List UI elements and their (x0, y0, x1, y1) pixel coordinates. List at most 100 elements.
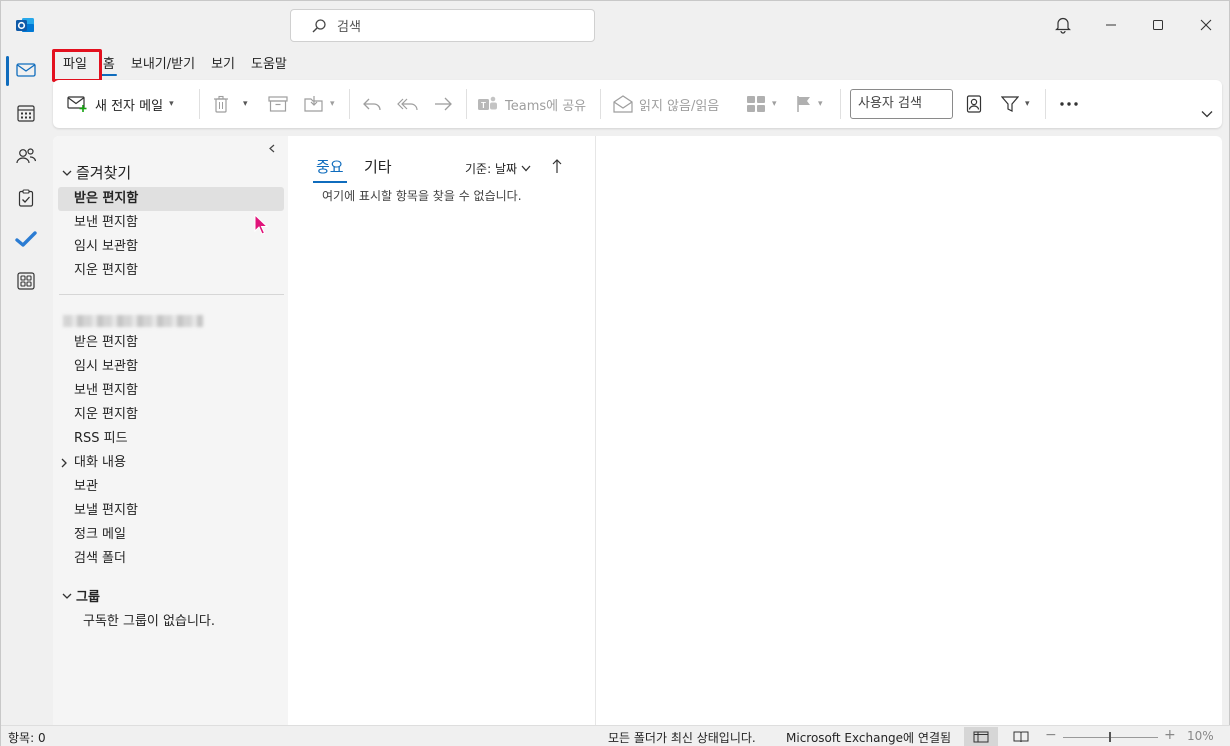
account-archive[interactable]: 보관 (58, 475, 284, 499)
sort-by-button[interactable]: 기준: 날짜 (465, 160, 531, 177)
status-bar: 항목: 0 모든 폴더가 최신 상태입니다. Microsoft Exchang… (1, 725, 1230, 746)
account-drafts[interactable]: 임시 보관함 (58, 355, 284, 379)
notifications-bell-icon[interactable] (1051, 13, 1075, 37)
tab-other[interactable]: 기타 (364, 156, 392, 177)
tab-send-receive[interactable]: 보내기/받기 (123, 51, 203, 79)
tasks-icon[interactable] (13, 185, 39, 211)
favorites-sent[interactable]: 보낸 편지함 (58, 211, 284, 235)
account-outbox[interactable]: 보낼 편지함 (58, 499, 284, 523)
toolbar-divider (349, 89, 350, 119)
reply-icon (362, 96, 382, 112)
delete-dropdown[interactable]: ▾ (243, 80, 248, 128)
account-name-redacted[interactable] (63, 315, 203, 327)
move-button[interactable]: ▾ (304, 80, 335, 128)
chevron-down-icon: ▾ (169, 99, 174, 109)
chevron-down-icon: ▾ (243, 99, 248, 109)
normal-view-icon (973, 731, 989, 743)
more-options-button[interactable] (1059, 80, 1079, 128)
new-mail-button[interactable]: 새 전자 메일 ▾ (67, 80, 174, 128)
favorites-drafts[interactable]: 임시 보관함 (58, 235, 284, 259)
categorize-button[interactable]: ▾ (746, 80, 777, 128)
outlook-window: 검색 파일 홈 보내기/받기 보기 도움말 새 전자 메일 ▾ ▾ ▾ T Te… (0, 0, 1230, 746)
tab-view[interactable]: 보기 (203, 51, 243, 79)
share-to-teams-button[interactable]: T Teams에 공유 (477, 80, 586, 128)
flag-icon (796, 95, 812, 113)
unread-read-button[interactable]: 읽지 않음/읽음 (613, 80, 719, 128)
reply-button[interactable] (362, 80, 382, 128)
reply-all-button[interactable] (397, 80, 419, 128)
new-mail-label: 새 전자 메일 (95, 98, 164, 114)
groups-header[interactable]: 그룹 (61, 586, 100, 605)
unread-read-label: 읽지 않음/읽음 (639, 98, 720, 114)
delete-button[interactable] (213, 80, 229, 128)
share-to-teams-label: Teams에 공유 (505, 98, 587, 114)
empty-list-message: 여기에 표시할 항목을 찾을 수 없습니다. (322, 189, 522, 203)
sort-direction-arrow-icon[interactable] (550, 158, 564, 174)
zoom-level: 10% (1187, 729, 1214, 743)
collapse-pane-icon[interactable] (269, 144, 275, 153)
tab-file[interactable]: 파일 (55, 51, 95, 79)
normal-view-button[interactable] (964, 727, 998, 746)
calendar-icon[interactable] (13, 100, 39, 126)
apps-icon[interactable] (13, 268, 39, 294)
search-input[interactable]: 검색 (290, 9, 595, 42)
message-list: 중요 기타 기준: 날짜 여기에 표시할 항목을 찾을 수 없습니다. (288, 136, 596, 725)
categorize-grid-icon (746, 95, 766, 113)
sort-by-label: 기준: 날짜 (465, 162, 518, 176)
archive-icon (268, 96, 288, 112)
account-inbox[interactable]: 받은 편지함 (58, 331, 284, 355)
filter-button[interactable]: ▾ (1001, 80, 1030, 128)
account-deleted[interactable]: 지운 편지함 (58, 403, 284, 427)
mail-icon[interactable] (13, 57, 39, 83)
mouse-cursor-icon (254, 214, 270, 236)
flag-button[interactable]: ▾ (796, 80, 823, 128)
archive-button[interactable] (268, 80, 288, 128)
account-sent[interactable]: 보낸 편지함 (58, 379, 284, 403)
tab-focused[interactable]: 중요 (313, 156, 347, 183)
chevron-down-icon: ▾ (1025, 99, 1030, 109)
forward-button[interactable] (433, 80, 453, 128)
chevron-down-icon (1201, 110, 1213, 118)
ellipsis-icon (1059, 101, 1079, 107)
chevron-down-icon: ▾ (330, 99, 335, 109)
new-mail-icon (67, 95, 89, 113)
search-icon (311, 18, 327, 34)
toolbar-divider (600, 89, 601, 119)
tab-help[interactable]: 도움말 (243, 51, 295, 79)
tab-home[interactable]: 홈 (95, 51, 123, 79)
account-search-folders[interactable]: 검색 폴더 (58, 547, 284, 571)
expand-ribbon-button[interactable] (1201, 90, 1213, 138)
groups-label: 그룹 (76, 590, 100, 605)
teams-icon: T (477, 95, 499, 113)
todo-check-icon[interactable] (13, 226, 39, 252)
zoom-in-button[interactable]: + (1164, 727, 1176, 743)
chevron-right-icon (58, 457, 74, 469)
chevron-down-icon (61, 167, 73, 179)
people-search-input[interactable]: 사용자 검색 (850, 89, 953, 119)
reply-all-icon (397, 96, 419, 112)
favorites-inbox[interactable]: 받은 편지함 (58, 187, 284, 211)
outlook-logo-icon (15, 15, 35, 35)
zoom-out-button[interactable]: − (1045, 727, 1057, 743)
reading-pane (597, 136, 1222, 725)
chevron-down-icon (61, 590, 73, 602)
account-conversation-history[interactable]: 대화 내용 (58, 451, 284, 475)
app-rail (1, 49, 51, 725)
favorites-header[interactable]: 즐겨찾기 (61, 162, 131, 183)
close-button[interactable] (1194, 13, 1218, 37)
people-icon[interactable] (13, 143, 39, 169)
maximize-button[interactable] (1146, 13, 1170, 37)
favorites-deleted[interactable]: 지운 편지함 (58, 259, 284, 283)
zoom-slider-thumb[interactable] (1109, 732, 1111, 742)
address-book-button[interactable] (966, 80, 982, 128)
chevron-down-icon: ▾ (772, 99, 777, 109)
minimize-button[interactable] (1099, 13, 1123, 37)
chevron-down-icon (521, 165, 531, 172)
rail-active-indicator (6, 56, 9, 86)
title-bar: 검색 (1, 1, 1230, 49)
account-junk[interactable]: 정크 메일 (58, 523, 284, 547)
reading-view-button[interactable] (1004, 727, 1038, 746)
account-rss-feeds[interactable]: RSS 피드 (58, 427, 284, 451)
toolbar-divider (1045, 89, 1046, 119)
folder-divider (59, 294, 284, 295)
